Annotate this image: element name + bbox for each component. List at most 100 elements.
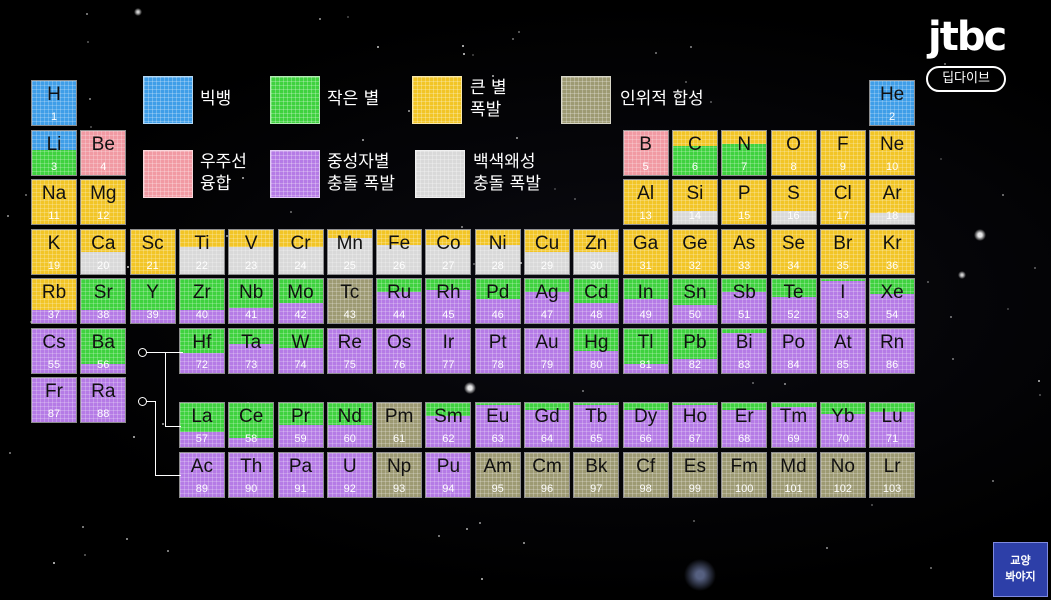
element-cell-at: At 85 <box>819 327 866 374</box>
element-cell-fr: Fr 87 <box>31 377 77 423</box>
atomic-number: 64 <box>540 433 554 445</box>
lanthanide-connector-line-vertical <box>165 352 166 426</box>
star <box>85 12 88 15</box>
star <box>1038 379 1041 382</box>
atomic-number: 86 <box>885 358 899 371</box>
atomic-number: 63 <box>491 433 504 445</box>
atomic-number: 14 <box>688 210 702 222</box>
atomic-number: 102 <box>833 482 852 495</box>
atomic-number: 39 <box>146 309 159 321</box>
element-symbol: F <box>836 133 849 155</box>
atomic-number: 101 <box>784 482 803 495</box>
element-symbol: I <box>840 282 846 303</box>
atomic-number: 79 <box>540 358 554 371</box>
legend-label-neutron-star-merger: 중성자별 충돌 폭발 <box>327 152 395 194</box>
atomic-number: 70 <box>836 433 849 445</box>
element-cell-te: Te 52 <box>770 278 817 324</box>
element-symbol: Cd <box>584 282 609 303</box>
element-cell-zn: Zn 30 <box>573 228 620 275</box>
element-cell-se: Se 34 <box>770 228 817 275</box>
atomic-number: 20 <box>97 259 110 272</box>
atomic-number: 78 <box>491 358 504 371</box>
atomic-number: 49 <box>639 309 652 321</box>
star <box>461 45 464 48</box>
element-symbol: Ac <box>190 455 213 477</box>
atomic-number: 83 <box>738 358 751 371</box>
element-symbol: Zr <box>192 282 211 303</box>
atomic-number: 75 <box>343 358 356 371</box>
atomic-number: 24 <box>294 259 307 272</box>
star <box>133 435 136 438</box>
element-cell-eu: Eu 63 <box>474 402 521 448</box>
atomic-number: 5 <box>642 160 649 173</box>
star <box>654 51 657 54</box>
star <box>461 225 464 228</box>
star <box>553 188 556 191</box>
element-cell-no: No 102 <box>819 451 866 498</box>
element-symbol: Po <box>781 331 806 353</box>
element-cell-al: Al 13 <box>622 179 669 225</box>
element-cell-ce: Ce 58 <box>228 402 275 448</box>
element-symbol: Ge <box>682 232 708 254</box>
atomic-number: 72 <box>195 358 209 371</box>
atomic-number: 95 <box>491 482 504 495</box>
element-symbol: Se <box>781 232 806 254</box>
star <box>940 158 943 161</box>
star <box>992 479 995 482</box>
element-cell-er: Er 68 <box>721 402 768 448</box>
element-symbol: As <box>733 232 756 254</box>
element-cell-tc: Tc 43 <box>326 278 373 324</box>
atomic-number: 96 <box>540 482 554 495</box>
element-cell-k: K 19 <box>31 228 77 275</box>
element-cell-ar: Ar 18 <box>869 179 916 225</box>
element-cell-np: Np 93 <box>376 451 423 498</box>
element-symbol: Rb <box>41 282 67 303</box>
element-cell-zr: Zr 40 <box>178 278 225 324</box>
element-cell-be: Be 4 <box>80 129 127 176</box>
corner-badge: 교양 봐야지 <box>993 542 1048 597</box>
element-symbol: W <box>291 331 310 353</box>
actinide-connector-line-end <box>155 475 181 476</box>
atomic-number: 43 <box>343 309 356 321</box>
star <box>930 566 933 569</box>
element-cell-co: Co 27 <box>425 228 472 275</box>
element-symbol: Lr <box>883 455 901 477</box>
element-cell-sn: Sn 50 <box>671 278 718 324</box>
star <box>346 16 349 19</box>
star <box>784 382 786 385</box>
element-symbol: Fm <box>730 455 758 477</box>
element-symbol: Nb <box>239 282 264 303</box>
legend-swatch-white-dwarf <box>415 150 465 198</box>
element-cell-sr: Sr 38 <box>80 278 127 324</box>
atomic-number: 19 <box>47 259 61 272</box>
atomic-number: 74 <box>294 358 307 371</box>
atomic-number: 91 <box>294 482 307 495</box>
element-symbol: O <box>786 133 801 155</box>
atomic-number: 98 <box>639 482 652 495</box>
star <box>8 452 11 455</box>
element-cell-mo: Mo 42 <box>277 278 324 324</box>
element-symbol: Fr <box>45 381 63 402</box>
star <box>25 193 28 196</box>
element-cell-pr: Pr 59 <box>277 402 324 448</box>
element-symbol: Al <box>637 183 655 204</box>
element-symbol: Sn <box>683 282 707 303</box>
element-symbol: Yb <box>831 406 855 427</box>
element-cell-gd: Gd 64 <box>524 402 570 448</box>
actinide-connector-dot <box>138 397 147 406</box>
element-symbol: At <box>833 331 852 353</box>
element-cell-ru: Ru 44 <box>376 278 423 324</box>
element-symbol: Pd <box>486 282 510 303</box>
element-cell-si: Si 14 <box>671 179 718 225</box>
element-symbol: Pb <box>683 331 707 353</box>
element-symbol: Tb <box>585 406 608 427</box>
atomic-number: 10 <box>885 160 899 173</box>
element-cell-ca: Ca 20 <box>80 228 127 275</box>
element-cell-y: Y 39 <box>129 278 176 324</box>
element-symbol: H <box>47 84 61 105</box>
swatch-texture <box>271 151 319 197</box>
legend-label-big-bang: 빅뱅 <box>200 89 232 109</box>
element-symbol: Pm <box>384 406 414 427</box>
atomic-number: 68 <box>738 433 751 445</box>
element-cell-es: Es 99 <box>671 451 718 498</box>
